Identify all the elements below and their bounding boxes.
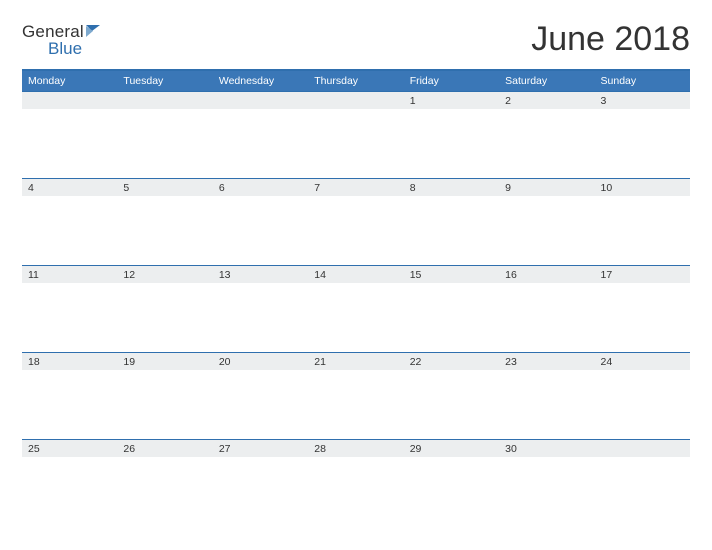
week-row: 1 2 3 xyxy=(22,91,690,178)
day-cell: 20 xyxy=(213,352,308,439)
day-cell: 8 xyxy=(404,178,499,265)
day-cell: 4 xyxy=(22,178,117,265)
day-cell: 25 xyxy=(22,439,117,526)
day-cell: 30 xyxy=(499,439,594,526)
day-number: 11 xyxy=(22,265,117,283)
weekday-header: Thursday xyxy=(308,71,403,91)
day-number: 30 xyxy=(499,439,594,457)
day-number: 23 xyxy=(499,352,594,370)
week-row: 4 5 6 7 8 9 10 xyxy=(22,178,690,265)
day-cell: 2 xyxy=(499,91,594,178)
day-cell: 6 xyxy=(213,178,308,265)
day-number xyxy=(117,91,212,109)
day-cell: 9 xyxy=(499,178,594,265)
day-cell xyxy=(308,91,403,178)
page-title: June 2018 xyxy=(531,20,690,59)
day-number: 6 xyxy=(213,178,308,196)
day-number: 20 xyxy=(213,352,308,370)
day-cell: 3 xyxy=(595,91,690,178)
day-cell xyxy=(22,91,117,178)
day-number: 1 xyxy=(404,91,499,109)
day-cell: 28 xyxy=(308,439,403,526)
day-number: 12 xyxy=(117,265,212,283)
weekday-header-row: Monday Tuesday Wednesday Thursday Friday… xyxy=(22,69,690,91)
day-number: 24 xyxy=(595,352,690,370)
day-number: 8 xyxy=(404,178,499,196)
flag-icon xyxy=(86,22,102,42)
week-row: 18 19 20 21 22 23 24 xyxy=(22,352,690,439)
week-row: 25 26 27 28 29 30 xyxy=(22,439,690,526)
day-number: 10 xyxy=(595,178,690,196)
day-number xyxy=(213,91,308,109)
day-cell: 10 xyxy=(595,178,690,265)
day-cell: 14 xyxy=(308,265,403,352)
day-number: 9 xyxy=(499,178,594,196)
logo: General Blue xyxy=(22,22,102,59)
day-cell: 16 xyxy=(499,265,594,352)
day-cell xyxy=(595,439,690,526)
day-cell xyxy=(117,91,212,178)
header: General Blue June 2018 xyxy=(22,18,690,59)
calendar-grid: Monday Tuesday Wednesday Thursday Friday… xyxy=(22,69,690,526)
day-number: 29 xyxy=(404,439,499,457)
day-cell: 11 xyxy=(22,265,117,352)
week-row: 11 12 13 14 15 16 17 xyxy=(22,265,690,352)
day-number: 7 xyxy=(308,178,403,196)
day-number: 2 xyxy=(499,91,594,109)
day-number: 27 xyxy=(213,439,308,457)
day-cell: 23 xyxy=(499,352,594,439)
day-number: 16 xyxy=(499,265,594,283)
day-cell: 7 xyxy=(308,178,403,265)
day-number: 21 xyxy=(308,352,403,370)
weekday-header: Saturday xyxy=(499,71,594,91)
day-cell xyxy=(213,91,308,178)
logo-text-blue: Blue xyxy=(48,39,82,59)
day-number: 5 xyxy=(117,178,212,196)
day-cell: 15 xyxy=(404,265,499,352)
day-cell: 22 xyxy=(404,352,499,439)
day-number: 14 xyxy=(308,265,403,283)
day-number xyxy=(595,439,690,457)
day-number xyxy=(22,91,117,109)
weekday-header: Wednesday xyxy=(213,71,308,91)
day-number: 17 xyxy=(595,265,690,283)
day-cell: 29 xyxy=(404,439,499,526)
day-number: 3 xyxy=(595,91,690,109)
day-number: 13 xyxy=(213,265,308,283)
weekday-header: Friday xyxy=(404,71,499,91)
weekday-header: Sunday xyxy=(595,71,690,91)
day-cell: 17 xyxy=(595,265,690,352)
day-cell: 21 xyxy=(308,352,403,439)
day-number: 15 xyxy=(404,265,499,283)
day-cell: 12 xyxy=(117,265,212,352)
day-cell: 24 xyxy=(595,352,690,439)
weekday-header: Monday xyxy=(22,71,117,91)
day-number: 26 xyxy=(117,439,212,457)
day-cell: 19 xyxy=(117,352,212,439)
day-cell: 1 xyxy=(404,91,499,178)
day-number: 19 xyxy=(117,352,212,370)
day-number: 18 xyxy=(22,352,117,370)
day-cell: 13 xyxy=(213,265,308,352)
day-number: 4 xyxy=(22,178,117,196)
day-number: 22 xyxy=(404,352,499,370)
day-number: 25 xyxy=(22,439,117,457)
day-cell: 27 xyxy=(213,439,308,526)
day-number: 28 xyxy=(308,439,403,457)
day-cell: 26 xyxy=(117,439,212,526)
weekday-header: Tuesday xyxy=(117,71,212,91)
day-cell: 5 xyxy=(117,178,212,265)
day-number xyxy=(308,91,403,109)
day-cell: 18 xyxy=(22,352,117,439)
